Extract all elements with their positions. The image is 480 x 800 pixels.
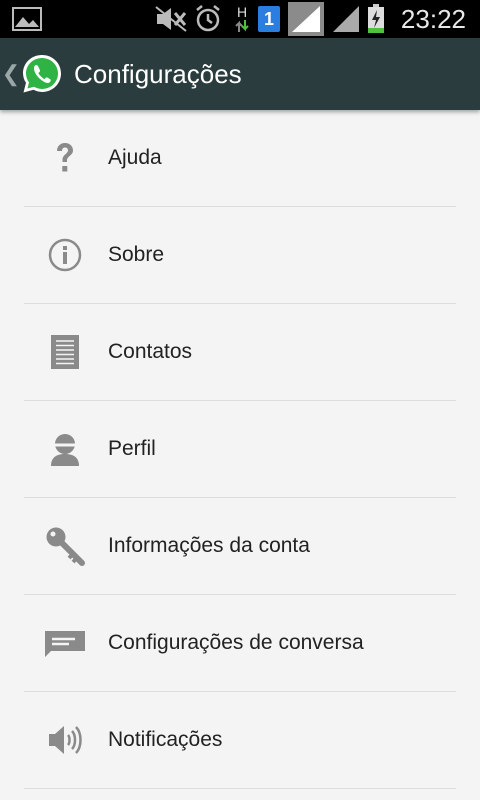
info-icon (44, 235, 86, 275)
sim-badge-icon: 1 (256, 0, 282, 38)
speaker-icon (44, 720, 86, 760)
network-type-label: H (236, 4, 248, 20)
mute-icon (152, 0, 190, 38)
settings-item-informacoes-da-conta[interactable]: Informações da conta (24, 498, 456, 595)
signal-sim2-icon (330, 0, 362, 38)
battery-charging-icon (366, 0, 386, 38)
settings-item-sobre[interactable]: Sobre (24, 207, 456, 304)
settings-item-notificacoes[interactable]: Notificações (24, 692, 456, 789)
alarm-icon (192, 0, 224, 38)
settings-item-label: Sobre (108, 243, 165, 266)
signal-sim1-icon (287, 0, 325, 38)
settings-item-contatos[interactable]: Contatos (24, 304, 456, 401)
page-title: Configurações (74, 59, 242, 89)
settings-list: Ajuda Sobre Contatos Perfil Informações … (0, 110, 480, 789)
action-bar: ❮ Configurações (0, 38, 480, 110)
settings-item-perfil[interactable]: Perfil (24, 401, 456, 498)
data-arrows-icon: H (232, 0, 252, 38)
settings-item-label: Notificações (108, 728, 223, 751)
help-icon (44, 138, 86, 178)
settings-item-label: Informações da conta (108, 534, 310, 557)
profile-icon (44, 429, 86, 469)
status-bar: H 1 23:22 (0, 0, 480, 38)
settings-item-ajuda[interactable]: Ajuda (24, 110, 456, 207)
contacts-list-icon (44, 332, 86, 372)
settings-item-label: Contatos (108, 340, 193, 363)
settings-item-configuracoes-de-conversa[interactable]: Configurações de conversa (24, 595, 456, 692)
chat-icon (44, 623, 86, 663)
status-time: 23:22 (400, 4, 466, 34)
settings-item-label: Perfil (108, 437, 156, 460)
chevron-left-icon[interactable]: ❮ (2, 38, 20, 110)
settings-item-label: Ajuda (108, 146, 162, 169)
whatsapp-logo-icon[interactable] (20, 52, 64, 96)
settings-item-label: Configurações de conversa (108, 631, 364, 654)
sim-badge-label: 1 (263, 8, 274, 29)
gallery-icon (10, 0, 44, 38)
key-icon (44, 526, 86, 566)
